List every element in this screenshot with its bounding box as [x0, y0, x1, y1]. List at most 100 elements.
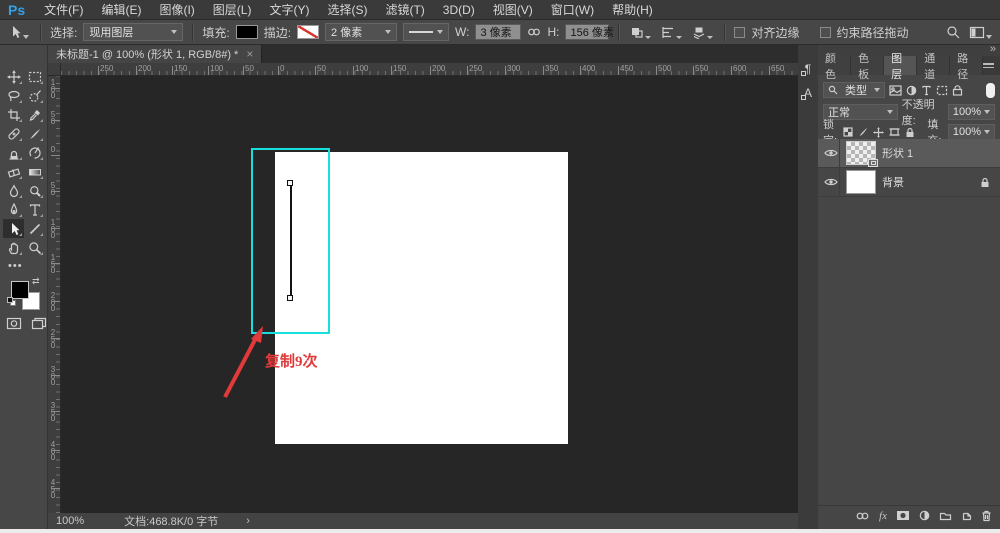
- fill-swatch[interactable]: [236, 25, 258, 39]
- lock-pixels-icon[interactable]: [858, 127, 868, 137]
- new-group-folder-icon[interactable]: [939, 510, 952, 521]
- swap-colors-icon[interactable]: ⇄: [32, 276, 40, 287]
- lock-all-icon[interactable]: [905, 127, 915, 138]
- stroke-type-dropdown[interactable]: [403, 23, 449, 41]
- dodge-tool[interactable]: [24, 181, 45, 200]
- menu-file[interactable]: 文件(F): [35, 1, 92, 18]
- filter-toggle-switch[interactable]: [986, 83, 995, 98]
- layer-style-fx-button[interactable]: fx: [879, 510, 887, 522]
- filter-adjustment-layers-icon[interactable]: [906, 85, 917, 96]
- filter-shape-layers-icon[interactable]: [936, 85, 948, 96]
- selection-bounds-box[interactable]: [251, 148, 330, 334]
- align-edges-checkbox[interactable]: [734, 27, 745, 38]
- line-shape-tool[interactable]: [24, 219, 45, 238]
- constrain-path-checkbox[interactable]: [820, 27, 831, 38]
- select-mode-dropdown[interactable]: 现用图层: [83, 23, 183, 41]
- zoom-level[interactable]: 100%: [48, 515, 94, 527]
- ruler-origin-corner[interactable]: [48, 63, 61, 76]
- tab-swatches[interactable]: 色板: [851, 56, 884, 75]
- layer-name[interactable]: 形状 1: [882, 145, 913, 161]
- opacity-dropdown[interactable]: 100%: [948, 104, 995, 120]
- canvas-area[interactable]: 2502001501005005010015020025030035040045…: [48, 63, 798, 513]
- lock-position-icon[interactable]: [873, 127, 884, 138]
- menu-layer[interactable]: 图层(L): [204, 1, 261, 18]
- document-tab[interactable]: 未标题-1 @ 100% (形状 1, RGB/8#) * ×: [48, 45, 262, 63]
- screen-mode-icon[interactable]: [31, 317, 47, 330]
- menu-view[interactable]: 视图(V): [484, 1, 542, 18]
- spot-healing-tool[interactable]: [3, 124, 24, 143]
- clone-stamp-tool[interactable]: [3, 143, 24, 162]
- type-tool[interactable]: [24, 200, 45, 219]
- add-adjustment-icon[interactable]: [919, 510, 930, 521]
- layer-thumbnail[interactable]: [846, 141, 876, 165]
- character-panel-button[interactable]: A: [798, 81, 818, 105]
- tab-color[interactable]: 颜色: [818, 56, 851, 75]
- zoom-tool[interactable]: [24, 238, 45, 257]
- brush-tool[interactable]: [24, 124, 45, 143]
- lock-artboard-icon[interactable]: [889, 127, 900, 137]
- path-selection-tool[interactable]: [3, 219, 24, 238]
- visibility-toggle[interactable]: [822, 139, 840, 167]
- blur-tool[interactable]: [3, 181, 24, 200]
- lock-transparency-icon[interactable]: [843, 127, 853, 137]
- edit-toolbar-dots[interactable]: •••: [8, 260, 23, 272]
- link-layers-icon[interactable]: [855, 511, 870, 521]
- quick-mask-icon[interactable]: [6, 317, 22, 330]
- menu-window[interactable]: 窗口(W): [542, 1, 603, 18]
- menu-help[interactable]: 帮助(H): [603, 1, 662, 18]
- fill-opacity-dropdown[interactable]: 100%: [948, 124, 995, 140]
- path-alignment-button[interactable]: [659, 25, 684, 40]
- tab-layers[interactable]: 图层: [884, 56, 917, 75]
- tab-paths[interactable]: 路径: [950, 56, 983, 75]
- delete-layer-trash-icon[interactable]: [981, 510, 992, 522]
- status-chevron-icon[interactable]: ›: [246, 515, 250, 527]
- add-mask-icon[interactable]: [896, 510, 910, 521]
- stroke-width-dropdown[interactable]: 2 像素: [325, 23, 397, 41]
- new-layer-icon[interactable]: [961, 510, 972, 521]
- filter-type-dropdown[interactable]: 类型: [823, 82, 885, 98]
- quick-selection-tool[interactable]: [24, 86, 45, 105]
- shape-width-input[interactable]: 3 像素: [475, 24, 521, 40]
- menu-image[interactable]: 图像(I): [150, 1, 203, 18]
- path-arrangement-button[interactable]: [690, 25, 715, 40]
- crop-tool[interactable]: [3, 105, 24, 124]
- menu-type[interactable]: 文字(Y): [260, 1, 318, 18]
- layer-row-background[interactable]: 背景: [818, 168, 1000, 197]
- eyedropper-tool[interactable]: [24, 105, 45, 124]
- hand-tool[interactable]: [3, 238, 24, 257]
- eraser-tool[interactable]: [3, 162, 24, 181]
- close-tab-icon[interactable]: ×: [246, 47, 253, 61]
- filter-smart-objects-icon[interactable]: [952, 85, 963, 96]
- search-icon[interactable]: [946, 25, 961, 40]
- current-tool-button[interactable]: [6, 24, 31, 40]
- menu-edit[interactable]: 编辑(E): [92, 1, 150, 18]
- annotation-label: 复制9次: [265, 350, 318, 371]
- shape-height-input[interactable]: 156 像素: [565, 24, 609, 40]
- stroke-swatch[interactable]: [297, 25, 319, 39]
- gradient-tool[interactable]: [24, 162, 45, 181]
- top-ruler[interactable]: 2502001501005005010015020025030035040045…: [61, 63, 798, 76]
- tab-channels[interactable]: 通道: [917, 56, 950, 75]
- filter-type-layers-icon[interactable]: [921, 85, 932, 96]
- move-tool[interactable]: [3, 67, 24, 86]
- left-ruler[interactable]: 10050050100150200250300350400450: [48, 76, 61, 513]
- workspace-switcher-button[interactable]: [967, 25, 994, 40]
- layer-row-shape1[interactable]: 形状 1: [818, 139, 1000, 168]
- history-brush-tool[interactable]: [24, 143, 45, 162]
- foreground-color-swatch[interactable]: [11, 281, 29, 299]
- pen-tool[interactable]: [3, 200, 24, 219]
- paragraph-panel-button[interactable]: ¶: [798, 57, 818, 81]
- menu-filter[interactable]: 滤镜(T): [376, 1, 433, 18]
- menu-select[interactable]: 选择(S): [318, 1, 376, 18]
- link-dimensions-icon[interactable]: [527, 27, 541, 37]
- visibility-toggle[interactable]: [822, 168, 840, 196]
- filter-pixel-layers-icon[interactable]: [889, 85, 902, 96]
- layer-thumbnail[interactable]: [846, 170, 876, 194]
- marquee-tool[interactable]: [24, 67, 45, 86]
- menu-3d[interactable]: 3D(D): [434, 3, 484, 17]
- layer-name[interactable]: 背景: [882, 174, 904, 190]
- path-operations-button[interactable]: [628, 25, 653, 40]
- lasso-tool[interactable]: [3, 86, 24, 105]
- panel-menu-icon[interactable]: [983, 61, 994, 70]
- collapse-panels-icon[interactable]: »: [990, 43, 995, 55]
